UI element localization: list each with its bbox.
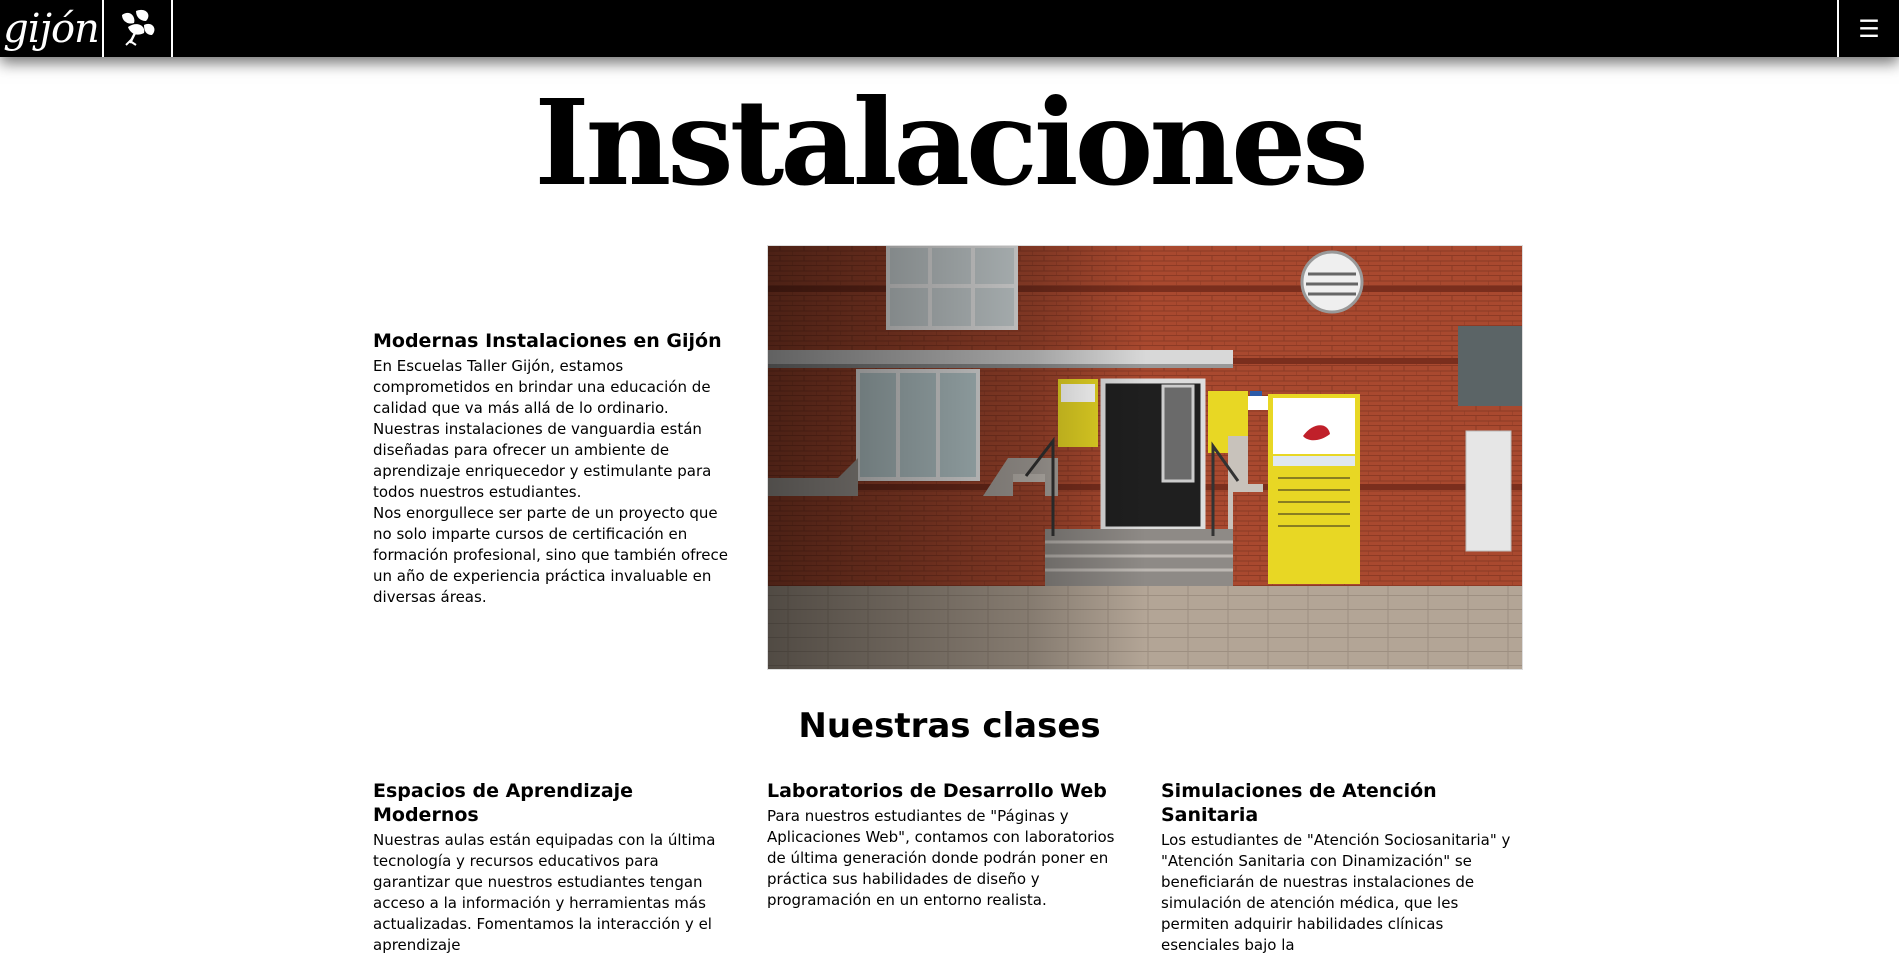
class-card-heading: Simulaciones de Atención Sanitaria [1161, 780, 1437, 826]
page-title: Instalaciones [534, 73, 1368, 212]
intro-heading: Modernas Instalaciones en Gijón [373, 330, 722, 352]
gijon-logo-text: gijón [3, 5, 100, 52]
top-navbar: gijón ☰ [0, 0, 1899, 57]
classes-section-title: Nuestras clases [798, 706, 1101, 746]
building-entrance-photo [767, 245, 1523, 670]
class-card-aprendizaje: Espacios de Aprendizaje Modernos Nuestra… [373, 780, 728, 956]
intro-paragraph-3: Nos enorgullece ser parte de un proyecto… [373, 503, 728, 606]
class-card-text: Los estudiantes de "Atención Sociosanita… [1161, 830, 1511, 954]
leaf-icon [116, 7, 160, 51]
class-card-desarrollo-web: Laboratorios de Desarrollo Web Para nues… [767, 780, 1122, 911]
class-card-heading: Espacios de Aprendizaje Modernos [373, 780, 634, 826]
building-illustration [768, 246, 1522, 669]
leaf-logo-link[interactable] [104, 0, 173, 57]
intro-section: Modernas Instalaciones en Gijón En Escue… [373, 330, 738, 608]
class-card-sanitaria: Simulaciones de Atención Sanitaria Los e… [1161, 780, 1516, 956]
class-card-heading: Laboratorios de Desarrollo Web [767, 780, 1107, 802]
intro-paragraph-1: En Escuelas Taller Gijón, estamos compro… [373, 356, 711, 417]
hamburger-menu-icon: ☰ [1858, 14, 1880, 43]
class-card-text: Nuestras aulas están equipadas con la úl… [373, 830, 716, 954]
class-card-text: Para nuestros estudiantes de "Páginas y … [767, 806, 1115, 909]
gijon-logo-link[interactable]: gijón [0, 0, 104, 57]
hamburger-menu-button[interactable]: ☰ [1837, 0, 1899, 57]
intro-paragraph-2: Nuestras instalaciones de vanguardia est… [373, 419, 712, 501]
